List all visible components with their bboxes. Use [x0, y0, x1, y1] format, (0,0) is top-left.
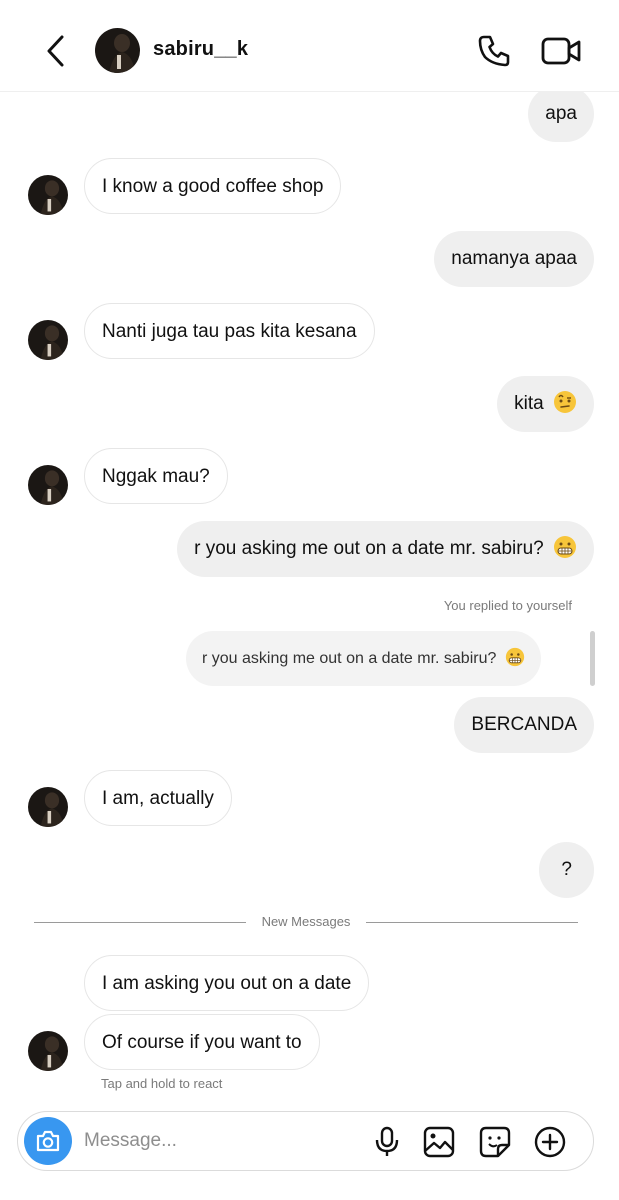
outgoing-message[interactable]: apa [528, 86, 594, 142]
message-text: I am asking you out on a date [102, 973, 352, 994]
image-icon[interactable] [422, 1125, 456, 1159]
chat-header: sabiru__k [0, 0, 619, 92]
sticker-icon[interactable] [478, 1125, 512, 1159]
camera-icon [36, 1130, 60, 1152]
message-composer [17, 1111, 594, 1171]
avatar[interactable] [28, 320, 68, 360]
quoted-reply[interactable]: r you asking me out on a date mr. sabiru… [186, 631, 541, 686]
outgoing-message[interactable]: kita [497, 376, 594, 432]
phone-icon[interactable] [476, 33, 512, 69]
microphone-icon[interactable] [370, 1125, 404, 1159]
message-text: ? [561, 859, 572, 880]
divider-line [366, 922, 578, 923]
camera-button[interactable] [24, 1117, 72, 1165]
message-text: apa [545, 103, 577, 124]
grimacing-emoji [505, 648, 525, 667]
message-text: Nggak mau? [102, 466, 210, 487]
reply-indicator-bar [590, 631, 595, 686]
avatar[interactable] [28, 175, 68, 215]
new-messages-divider: New Messages [34, 914, 578, 932]
incoming-message[interactable]: I am, actually [84, 770, 232, 826]
chevron-left-icon[interactable] [40, 32, 74, 70]
outgoing-message[interactable]: BERCANDA [454, 697, 594, 753]
react-hint: Tap and hold to react [101, 1076, 223, 1091]
message-text: r you asking me out on a date mr. sabiru… [194, 538, 544, 559]
avatar[interactable] [28, 1031, 68, 1071]
message-text: Nanti juga tau pas kita kesana [102, 321, 357, 342]
incoming-message[interactable]: I know a good coffee shop [84, 158, 342, 214]
outgoing-message[interactable]: namanya apaa [434, 231, 594, 287]
incoming-message[interactable]: Nanti juga tau pas kita kesana [84, 303, 375, 359]
message-text: I know a good coffee shop [102, 176, 324, 197]
message-text: namanya apaa [451, 248, 577, 269]
incoming-message[interactable]: I am asking you out on a date [84, 955, 370, 1011]
message-input[interactable] [84, 1126, 344, 1156]
quoted-text: r you asking me out on a date mr. sabiru… [202, 650, 497, 667]
incoming-message[interactable]: Of course if you want to [84, 1014, 320, 1070]
avatar[interactable] [28, 465, 68, 505]
avatar[interactable] [95, 28, 140, 73]
raised-eyebrow-emoji [554, 391, 576, 414]
video-camera-icon[interactable] [541, 34, 581, 68]
message-text: kita [514, 393, 544, 414]
message-text: Of course if you want to [102, 1032, 302, 1053]
grimacing-emoji [554, 536, 576, 559]
avatar[interactable] [28, 787, 68, 827]
incoming-message[interactable]: Nggak mau? [84, 448, 228, 504]
contact-username[interactable]: sabiru__k [153, 38, 248, 61]
outgoing-message[interactable]: r you asking me out on a date mr. sabiru… [177, 521, 594, 577]
reply-label: You replied to yourself [443, 598, 572, 613]
message-text: I am, actually [102, 788, 214, 809]
message-text: BERCANDA [471, 714, 577, 735]
add-icon[interactable] [533, 1125, 567, 1159]
outgoing-message[interactable]: ? [539, 842, 594, 898]
